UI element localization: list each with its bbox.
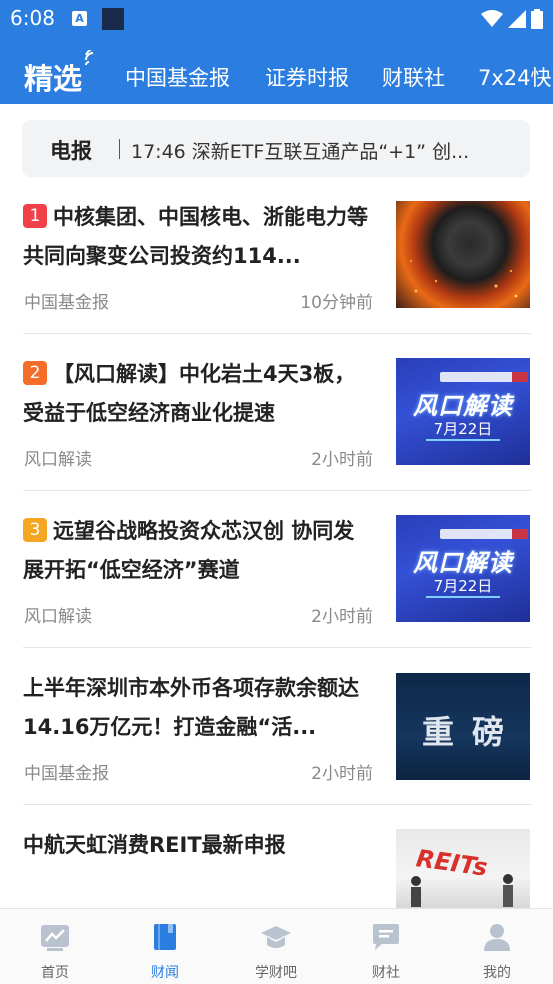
news-item[interactable]: 中航天虹消费REIT最新申报 REITs [23, 826, 531, 908]
people-graphic [411, 874, 513, 907]
news-thumbnail[interactable]: 风口解读 7月22日 [396, 358, 530, 465]
news-item[interactable]: 上半年深圳市本外币各项存款余额达14.16万亿元！打造金融“活... 中国基金报… [23, 669, 531, 785]
news-title[interactable]: 上半年深圳市本外币各项存款余额达14.16万亿元！打造金融“活... [23, 669, 373, 747]
news-title-text: 远望谷战略投资众芯汉创 协同发展开拓“低空经济”赛道 [23, 519, 355, 582]
app-header: 6:08 A 精选 中国基金报 证券时报 财联社 7x24快 [0, 0, 553, 104]
tab-securities-times[interactable]: 证券时报 [265, 62, 349, 92]
graduation-cap-icon [261, 926, 291, 948]
divider [23, 333, 531, 334]
nav-profile[interactable]: 我的 [442, 909, 552, 984]
news-time: 2小时前 [311, 764, 373, 784]
battery-icon [531, 9, 543, 29]
news-title[interactable]: 1 中核集团、中国核电、浙能电力等共同向聚变公司投资约114... [23, 198, 373, 276]
news-title[interactable]: 中航天虹消费REIT最新申报 [23, 826, 373, 865]
telegraph-divider [119, 139, 120, 159]
divider [23, 647, 531, 648]
thumbnail-title: 风口解读 [413, 549, 513, 577]
tab-7x24[interactable]: 7x24快 [478, 62, 552, 92]
nav-community[interactable]: 财社 [331, 909, 441, 984]
news-title-text: 中核集团、中国核电、浙能电力等共同向聚变公司投资约114... [23, 205, 368, 268]
thumbnail-title: 重磅 [421, 713, 522, 751]
nav-home[interactable]: 首页 [0, 909, 110, 984]
notification-app-icon [102, 8, 124, 30]
news-source: 中国基金报 [24, 764, 109, 784]
telegraph-bar[interactable]: 电报 17:46 深新ETF互联互通产品“+1” 创... [22, 120, 530, 177]
rank-badge: 3 [23, 518, 47, 542]
news-item[interactable]: 2 【风口解读】中化岩土4天3板，受益于低空经济商业化提速 风口解读 2小时前 风… [23, 355, 531, 471]
book-icon [154, 924, 176, 950]
logo-strip [440, 372, 528, 382]
nav-label: 财闻 [151, 965, 179, 981]
notification-icon: A [72, 11, 87, 26]
chat-icon [373, 924, 399, 950]
divider [23, 490, 531, 491]
news-time: 2小时前 [311, 607, 373, 627]
news-time: 2小时前 [311, 450, 373, 470]
news-time: 10分钟前 [300, 293, 373, 313]
thumbnail-date: 7月22日 [433, 420, 493, 438]
status-bar: 6:08 A [0, 0, 553, 38]
news-title-text: 【风口解读】中化岩土4天3板，受益于低空经济商业化提速 [23, 362, 356, 425]
signal-icon [508, 10, 526, 28]
thumbnail-title: 风口解读 [413, 392, 513, 420]
news-thumbnail[interactable] [396, 201, 530, 308]
news-thumbnail[interactable]: 重磅 [396, 673, 530, 780]
news-title[interactable]: 3 远望谷战略投资众芯汉创 协同发展开拓“低空经济”赛道 [23, 512, 373, 590]
tab-china-fund-news[interactable]: 中国基金报 [125, 62, 230, 92]
status-icons [481, 8, 543, 30]
bottom-navigation: 首页 财闻 学财吧 财社 我的 [0, 908, 553, 984]
status-time: 6:08 [10, 6, 55, 30]
telegraph-label: 电报 [50, 139, 92, 163]
thumbnail-underline [426, 596, 500, 598]
nav-label: 首页 [41, 965, 69, 981]
telegraph-text[interactable]: 17:46 深新ETF互联互通产品“+1” 创... [131, 137, 516, 164]
signal-wave-icon [85, 50, 94, 66]
news-source: 风口解读 [24, 450, 92, 470]
fire-sparks-graphic [410, 260, 518, 298]
news-source: 风口解读 [24, 607, 92, 627]
wifi-icon [481, 10, 503, 27]
tab-cailianshe[interactable]: 财联社 [382, 62, 445, 92]
tab-featured[interactable]: 精选 [24, 56, 82, 98]
news-item[interactable]: 3 远望谷战略投资众芯汉创 协同发展开拓“低空经济”赛道 风口解读 2小时前 风口… [23, 512, 531, 628]
divider [23, 804, 531, 805]
nav-learn[interactable]: 学财吧 [221, 909, 331, 984]
user-icon [484, 924, 510, 951]
thumbnail-date: 7月22日 [433, 577, 493, 595]
chart-icon [41, 925, 69, 951]
rank-badge: 2 [23, 361, 47, 385]
nav-label: 我的 [483, 965, 511, 981]
news-thumbnail[interactable]: 风口解读 7月22日 [396, 515, 530, 622]
nav-label: 财社 [372, 965, 400, 981]
nav-news[interactable]: 财闻 [110, 909, 220, 984]
logo-strip [440, 529, 528, 539]
rank-badge: 1 [23, 204, 47, 228]
news-item[interactable]: 1 中核集团、中国核电、浙能电力等共同向聚变公司投资约114... 中国基金报 1… [23, 198, 531, 314]
news-thumbnail[interactable]: REITs [396, 829, 530, 908]
news-source: 中国基金报 [24, 293, 109, 313]
thumbnail-underline [426, 439, 500, 441]
news-title[interactable]: 2 【风口解读】中化岩土4天3板，受益于低空经济商业化提速 [23, 355, 373, 433]
channel-tabs: 精选 中国基金报 证券时报 财联社 7x24快 [0, 44, 553, 104]
nav-label: 学财吧 [255, 965, 297, 981]
